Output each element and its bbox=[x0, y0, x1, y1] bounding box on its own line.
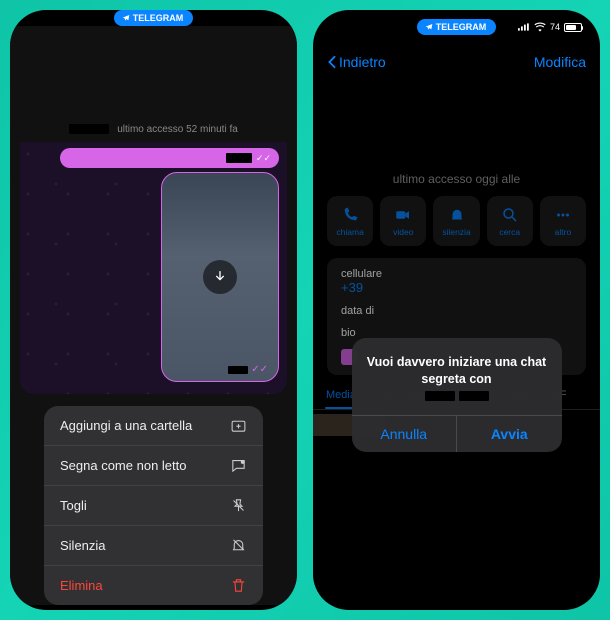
menu-unpin[interactable]: Togli bbox=[44, 486, 263, 526]
folder-add-icon bbox=[230, 417, 247, 434]
app-pill[interactable]: TELEGRAM bbox=[114, 10, 194, 26]
dialog-cancel-button[interactable]: Annulla bbox=[352, 416, 458, 452]
status-bar: TELEGRAM 74 bbox=[313, 10, 600, 44]
chat-unread-icon bbox=[230, 457, 247, 474]
chat-peek-overlay: ultimo accesso 52 minuti fa ✓✓ ✓✓ bbox=[10, 26, 297, 605]
app-pill-label: TELEGRAM bbox=[133, 13, 184, 23]
last-seen-label: ultimo accesso 52 minuti fa bbox=[117, 124, 238, 135]
read-ticks-icon: ✓✓ bbox=[256, 153, 271, 164]
redacted-name bbox=[69, 124, 109, 134]
dialog-body: Vuoi davvero iniziare una chat segreta c… bbox=[352, 338, 562, 415]
dialog-contact-name bbox=[366, 391, 548, 401]
redacted-time bbox=[228, 366, 248, 374]
phone-right: TELEGRAM 74 Indietro Modifica ultimo acc… bbox=[313, 10, 600, 610]
profile-screen: ultimo accesso oggi alle chiama video si… bbox=[313, 80, 600, 610]
unpin-icon bbox=[230, 497, 247, 514]
menu-label: Elimina bbox=[60, 578, 103, 593]
battery-icon bbox=[564, 23, 582, 32]
chat-body: ✓✓ ✓✓ bbox=[20, 142, 287, 394]
image-meta: ✓✓ bbox=[228, 364, 268, 375]
battery-text: 74 bbox=[550, 22, 560, 32]
confirm-dialog: Vuoi davvero iniziare una chat segreta c… bbox=[352, 338, 562, 452]
phone-left: TELEGRAM ultimo accesso 52 minuti fa ✓✓ bbox=[10, 10, 297, 610]
menu-label: Segna come non letto bbox=[60, 458, 186, 473]
app-pill-label: TELEGRAM bbox=[436, 22, 487, 32]
context-menu: Aggiungi a una cartella Segna come non l… bbox=[44, 406, 263, 605]
dialog-buttons: Annulla Avvia bbox=[352, 415, 562, 452]
dialog-title: Vuoi davvero iniziare una chat segreta c… bbox=[367, 355, 546, 386]
redacted-text bbox=[226, 153, 252, 163]
menu-label: Silenzia bbox=[60, 538, 106, 553]
edit-button[interactable]: Modifica bbox=[534, 54, 586, 70]
trash-icon bbox=[230, 577, 247, 594]
chevron-left-icon bbox=[327, 55, 337, 69]
back-label: Indietro bbox=[339, 54, 386, 70]
nav-bar: Indietro Modifica bbox=[313, 44, 600, 80]
menu-label: Togli bbox=[60, 498, 87, 513]
download-icon bbox=[212, 269, 228, 285]
app-pill[interactable]: TELEGRAM bbox=[417, 19, 497, 35]
menu-mark-unread[interactable]: Segna come non letto bbox=[44, 446, 263, 486]
redacted-text bbox=[459, 391, 489, 401]
menu-add-folder[interactable]: Aggiungi a una cartella bbox=[44, 406, 263, 446]
download-button[interactable] bbox=[203, 260, 237, 294]
dialog-confirm-button[interactable]: Avvia bbox=[457, 416, 562, 452]
read-ticks-icon: ✓✓ bbox=[251, 364, 268, 375]
image-message[interactable]: ✓✓ bbox=[161, 172, 279, 382]
status-icons: 74 bbox=[518, 22, 582, 32]
message-bubble[interactable]: ✓✓ bbox=[60, 148, 279, 168]
bell-mute-icon bbox=[230, 537, 247, 554]
cellular-icon bbox=[518, 22, 530, 32]
chat-header: ultimo accesso 52 minuti fa bbox=[20, 116, 287, 142]
wifi-icon bbox=[534, 22, 546, 32]
back-button[interactable]: Indietro bbox=[327, 54, 386, 70]
telegram-icon bbox=[122, 14, 130, 22]
menu-label: Aggiungi a una cartella bbox=[60, 418, 192, 433]
menu-mute[interactable]: Silenzia bbox=[44, 526, 263, 566]
menu-delete[interactable]: Elimina bbox=[44, 566, 263, 605]
redacted-text bbox=[425, 391, 455, 401]
chat-preview[interactable]: ultimo accesso 52 minuti fa ✓✓ ✓✓ bbox=[20, 116, 287, 394]
status-bar: TELEGRAM bbox=[10, 10, 297, 26]
telegram-icon bbox=[425, 23, 433, 31]
